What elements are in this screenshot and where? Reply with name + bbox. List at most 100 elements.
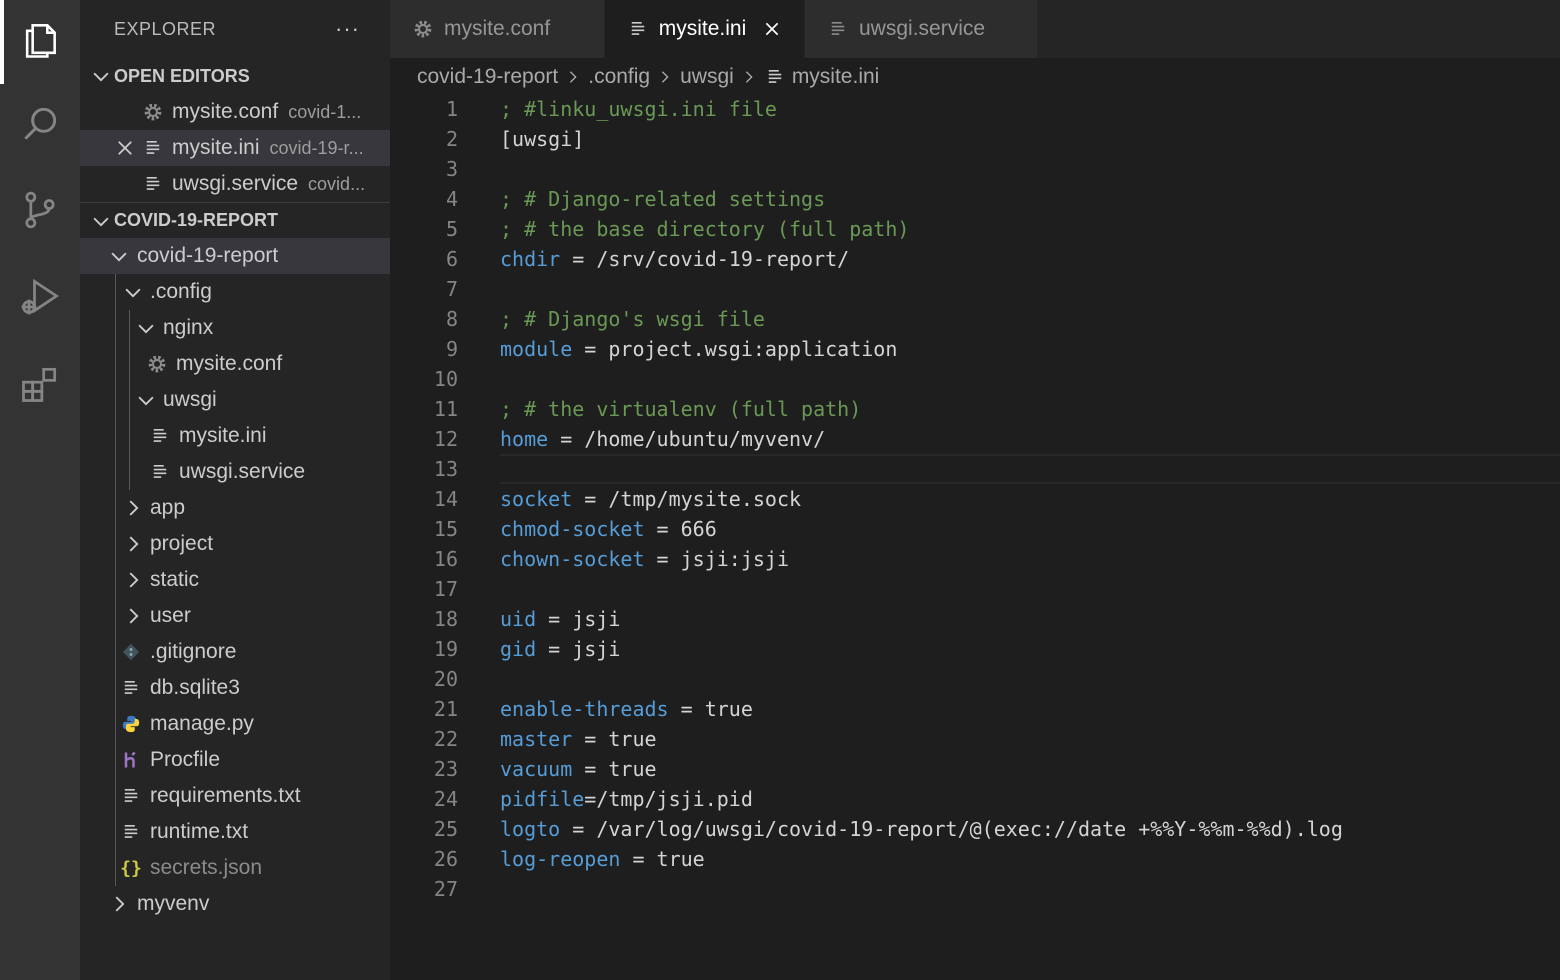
run-debug-button[interactable] — [0, 256, 80, 340]
chevron-down-icon — [90, 210, 112, 232]
code-line[interactable]: 3 — [390, 154, 1560, 184]
tree-file[interactable]: db.sqlite3 — [80, 670, 390, 706]
more-actions-button[interactable]: ··· — [335, 16, 360, 42]
tab-uwsgi-service[interactable]: uwsgi.service — [805, 0, 1038, 58]
tree-folder[interactable]: nginx — [80, 310, 390, 346]
open-editor-item[interactable]: mysite.ini covid-19-r... — [80, 130, 390, 166]
code-line[interactable]: 16 chown-socket = jsji:jsji — [390, 544, 1560, 574]
close-icon[interactable] — [762, 19, 782, 39]
code-value: = true — [620, 847, 705, 871]
search-button[interactable] — [0, 84, 80, 168]
tree-file[interactable]: requirements.txt — [80, 778, 390, 814]
code-line[interactable]: 5 ; # the base directory (full path) — [390, 214, 1560, 244]
tree-file[interactable]: manage.py — [80, 706, 390, 742]
tab-mysite-conf[interactable]: mysite.conf — [390, 0, 605, 58]
code-line[interactable]: 24 pidfile=/tmp/jsji.pid — [390, 784, 1560, 814]
tree-folder[interactable]: .config — [80, 274, 390, 310]
code-text: logto = /var/log/uwsgi/covid-19-report/@… — [500, 817, 1343, 841]
code-line[interactable]: 19 gid = jsji — [390, 634, 1560, 664]
source-control-button[interactable] — [0, 170, 80, 254]
code-line[interactable]: 10 — [390, 364, 1560, 394]
code-line[interactable]: 21 enable-threads = true — [390, 694, 1560, 724]
breadcrumb: covid-19-report .config uwsgi mysite.ini — [390, 58, 1560, 96]
code-line[interactable]: 23 vacuum = true — [390, 754, 1560, 784]
code-value: = 666 — [644, 517, 717, 541]
code-line[interactable]: 12 home = /home/ubuntu/myvenv/ — [390, 424, 1560, 454]
project-section-header[interactable]: COVID-19-REPORT — [80, 202, 390, 238]
breadcrumb-item[interactable]: covid-19-report — [417, 65, 558, 89]
line-number: 22 — [433, 727, 458, 751]
breadcrumb-item[interactable]: .config — [588, 65, 650, 89]
tab-mysite-ini[interactable]: mysite.ini — [605, 0, 805, 58]
code-line[interactable]: 9 module = project.wsgi:application — [390, 334, 1560, 364]
code-value: = /var/log/uwsgi/covid-19-report/@(exec:… — [560, 817, 1343, 841]
indent-guide — [115, 670, 116, 706]
line-number: 8 — [445, 307, 458, 331]
line-number: 16 — [433, 547, 458, 571]
activity-bar — [0, 0, 80, 980]
tree-file[interactable]: mysite.conf — [80, 346, 390, 382]
code-line[interactable]: 27 — [390, 874, 1560, 904]
line-number: 11 — [433, 397, 458, 421]
chevron-right-icon — [658, 70, 672, 84]
tree-folder[interactable]: covid-19-report — [80, 238, 390, 274]
source-control-icon — [18, 188, 62, 237]
code-text: ; # the base directory (full path) — [500, 217, 909, 241]
heroku-icon — [120, 749, 142, 771]
open-editor-desc: covid-19-r... — [269, 137, 364, 158]
code-key: enable-threads — [500, 697, 669, 721]
tree-folder[interactable]: user — [80, 598, 390, 634]
tree-label: user — [150, 604, 191, 627]
tree-file[interactable]: uwsgi.service — [80, 454, 390, 490]
line-number: 4 — [445, 187, 458, 211]
tree-label: runtime.txt — [150, 820, 249, 843]
line-number: 14 — [433, 487, 458, 511]
breadcrumb-item[interactable]: mysite.ini — [792, 65, 880, 89]
tree-folder[interactable]: uwsgi — [80, 382, 390, 418]
code-line[interactable]: 17 — [390, 574, 1560, 604]
tree-file[interactable]: mysite.ini — [80, 418, 390, 454]
code-value: = jsji — [536, 637, 621, 661]
code-line[interactable]: 15 chmod-socket = 666 — [390, 514, 1560, 544]
code-line[interactable]: 8 ; # Django's wsgi file — [390, 304, 1560, 334]
code-line[interactable]: 18 uid = jsji — [390, 604, 1560, 634]
open-editor-item[interactable]: uwsgi.service covid... — [80, 166, 390, 202]
code-value: = /home/ubuntu/myvenv/ — [548, 427, 826, 451]
code-text: master = true — [500, 727, 657, 751]
tree-file[interactable]: Procfile — [80, 742, 390, 778]
code-line[interactable]: 6 chdir = /srv/covid-19-report/ — [390, 244, 1560, 274]
code-key: home — [500, 427, 549, 451]
tree-file[interactable]: {} secrets.json — [80, 850, 390, 886]
tree-folder[interactable]: project — [80, 526, 390, 562]
code-value: = jsji — [536, 607, 621, 631]
tree-folder[interactable]: static — [80, 562, 390, 598]
code-line[interactable]: 13 — [390, 454, 1560, 484]
close-icon[interactable] — [114, 137, 136, 159]
open-editor-item[interactable]: mysite.conf covid-1... — [80, 94, 390, 130]
code-value: =/tmp/jsji.pid — [584, 787, 753, 811]
tree-folder[interactable]: myvenv — [80, 886, 390, 922]
code-line[interactable]: 7 — [390, 274, 1560, 304]
code-editor[interactable]: 1 ; #linku_uwsgi.ini file 2 [uwsgi] 3 4 ; # Dj… — [390, 94, 1560, 980]
code-line[interactable]: 2 [uwsgi] — [390, 124, 1560, 154]
code-line[interactable]: 4 ; # Django-related settings — [390, 184, 1560, 214]
code-line[interactable]: 20 — [390, 664, 1560, 694]
indent-guide — [115, 598, 116, 634]
explorer-button[interactable] — [0, 0, 80, 84]
code-line[interactable]: 26 log-reopen = true — [390, 844, 1560, 874]
code-line[interactable]: 1 ; #linku_uwsgi.ini file — [390, 94, 1560, 124]
tree-file[interactable]: runtime.txt — [80, 814, 390, 850]
code-line[interactable]: 25 logto = /var/log/uwsgi/covid-19-report… — [390, 814, 1560, 844]
code-text: module = project.wsgi:application — [500, 337, 897, 361]
code-line[interactable]: 22 master = true — [390, 724, 1560, 754]
code-line[interactable]: 14 socket = /tmp/mysite.sock — [390, 484, 1560, 514]
extensions-button[interactable] — [0, 344, 80, 428]
tree-file[interactable]: .gitignore — [80, 634, 390, 670]
indent-guide — [115, 382, 116, 418]
breadcrumb-item[interactable]: uwsgi — [680, 65, 734, 89]
code-value: = jsji:jsji — [644, 547, 789, 571]
open-editors-section-header[interactable]: OPEN EDITORS — [80, 58, 390, 94]
chevron-down-icon — [135, 317, 157, 339]
tree-folder[interactable]: app — [80, 490, 390, 526]
code-line[interactable]: 11 ; # the virtualenv (full path) — [390, 394, 1560, 424]
